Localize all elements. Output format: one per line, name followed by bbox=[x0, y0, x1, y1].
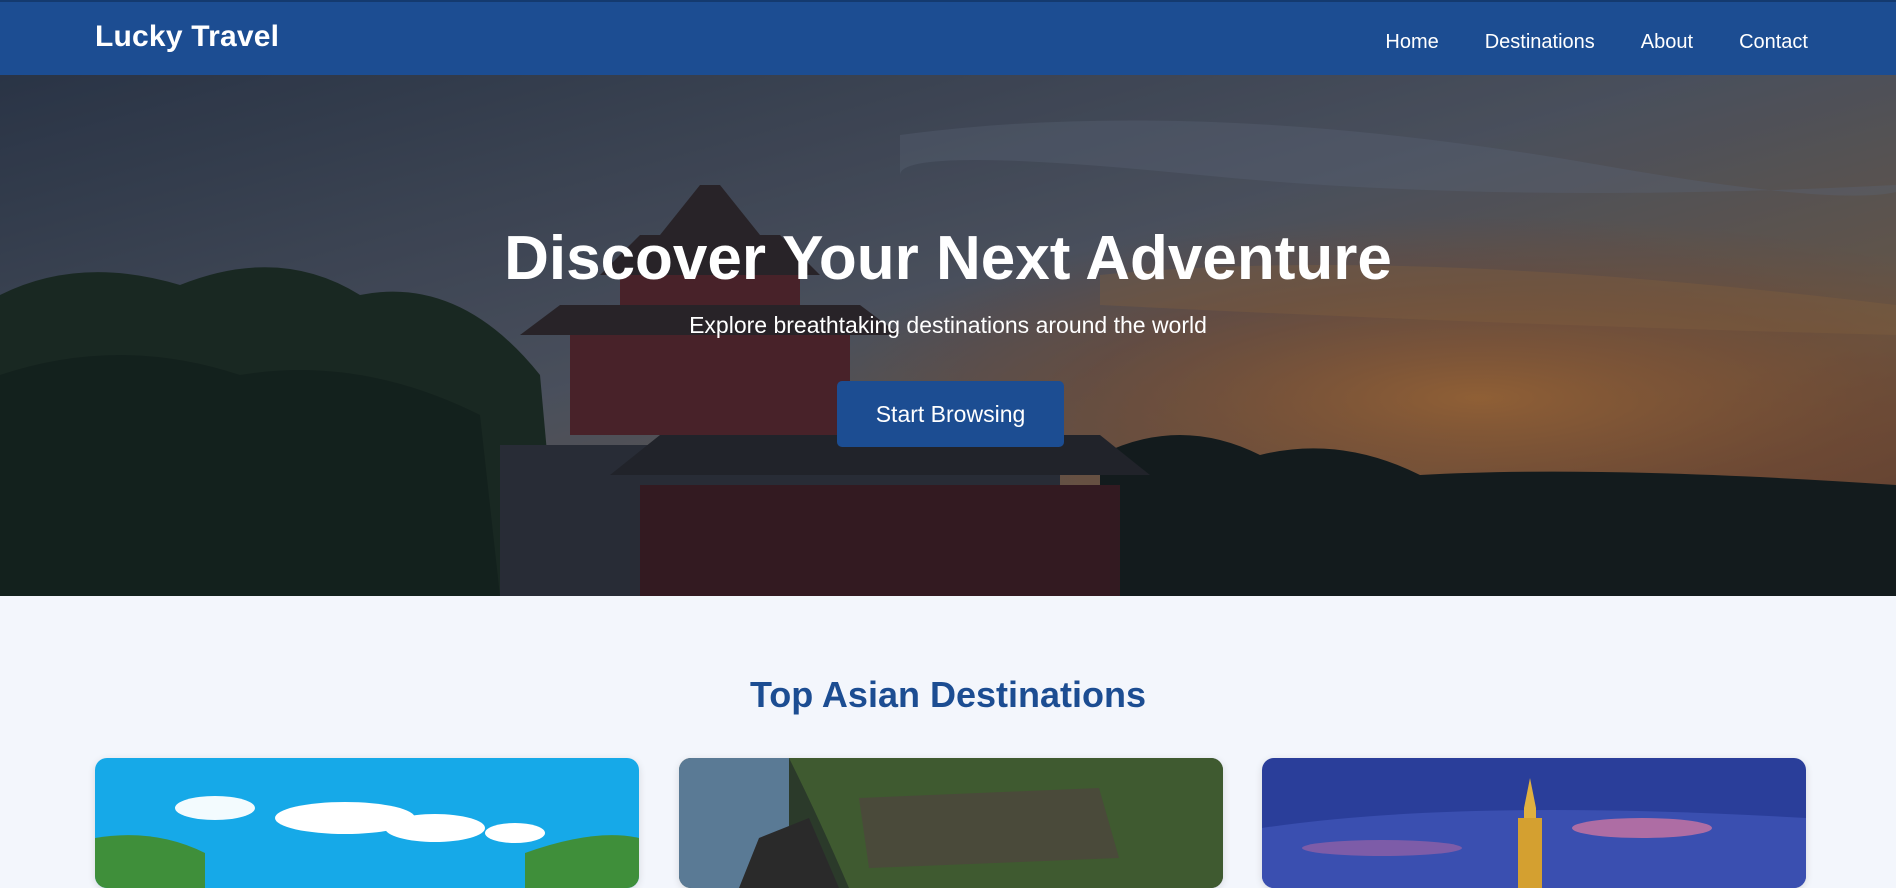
nav-link-contact[interactable]: Contact bbox=[1739, 31, 1808, 54]
start-browsing-button[interactable]: Start Browsing bbox=[837, 381, 1064, 447]
nav-links: Home Destinations About Contact bbox=[1385, 31, 1808, 54]
hero-title: Discover Your Next Adventure bbox=[504, 224, 1392, 293]
destination-image bbox=[1262, 758, 1806, 888]
hero-subtitle: Explore breathtaking destinations around… bbox=[689, 312, 1207, 338]
destination-card[interactable] bbox=[95, 758, 639, 888]
nav-link-about[interactable]: About bbox=[1641, 31, 1693, 54]
hero-section: Discover Your Next Adventure Explore bre… bbox=[0, 75, 1896, 596]
destination-card[interactable] bbox=[679, 758, 1223, 888]
nav-link-home[interactable]: Home bbox=[1385, 31, 1438, 54]
brand-logo[interactable]: Lucky Travel bbox=[95, 20, 279, 54]
destination-card[interactable] bbox=[1262, 758, 1806, 888]
navbar: Lucky Travel Home Destinations About Con… bbox=[0, 0, 1896, 75]
section-title: Top Asian Destinations bbox=[749, 674, 1147, 715]
nav-link-destinations[interactable]: Destinations bbox=[1485, 31, 1595, 54]
destination-image bbox=[95, 758, 639, 888]
destination-image bbox=[679, 758, 1223, 888]
